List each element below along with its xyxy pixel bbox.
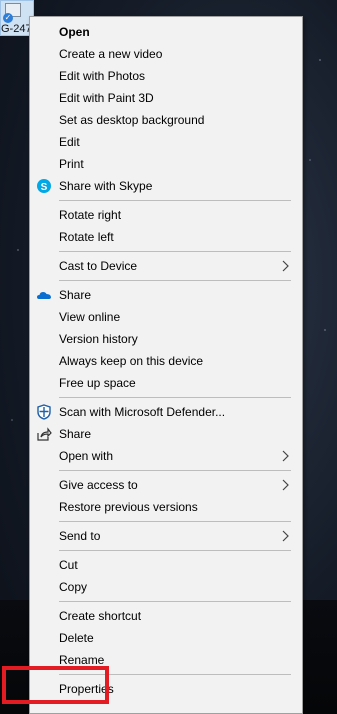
chevron-right-icon [282,260,289,272]
menu-separator [59,280,291,281]
menu-item-scan-defender[interactable]: Scan with Microsoft Defender... [30,401,302,423]
skype-icon: S [37,179,51,193]
menu-item-copy[interactable]: Copy [30,576,302,598]
menu-item-share-onedrive[interactable]: Share [30,284,302,306]
menu-separator [59,200,291,201]
menu-item-print[interactable]: Print [30,153,302,175]
menu-item-open[interactable]: Open [30,21,302,43]
menu-separator [59,550,291,551]
chevron-right-icon [282,450,289,462]
menu-item-set-desktop-background[interactable]: Set as desktop background [30,109,302,131]
menu-separator [59,601,291,602]
menu-item-view-online[interactable]: View online [30,306,302,328]
menu-item-edit-with-photos[interactable]: Edit with Photos [30,65,302,87]
menu-item-share[interactable]: Share [30,423,302,445]
menu-item-restore-previous-versions[interactable]: Restore previous versions [30,496,302,518]
svg-text:S: S [41,182,48,193]
menu-item-version-history[interactable]: Version history [30,328,302,350]
menu-item-share-with-skype[interactable]: S Share with Skype [30,175,302,197]
menu-separator [59,470,291,471]
menu-item-cut[interactable]: Cut [30,554,302,576]
menu-item-free-up-space[interactable]: Free up space [30,372,302,394]
onedrive-cloud-icon [37,292,51,299]
chevron-right-icon [282,479,289,491]
menu-item-edit[interactable]: Edit [30,131,302,153]
menu-item-rotate-left[interactable]: Rotate left [30,226,302,248]
menu-separator [59,251,291,252]
menu-item-open-with[interactable]: Open with [30,445,302,467]
defender-shield-icon [37,404,51,420]
menu-item-cast-to-device[interactable]: Cast to Device [30,255,302,277]
menu-item-create-new-video[interactable]: Create a new video [30,43,302,65]
share-icon [37,427,52,441]
context-menu: Open Create a new video Edit with Photos… [29,16,303,714]
menu-item-edit-with-paint-3d[interactable]: Edit with Paint 3D [30,87,302,109]
menu-separator [59,397,291,398]
menu-item-delete[interactable]: Delete [30,627,302,649]
properties-highlight-box [2,666,109,704]
menu-item-always-keep[interactable]: Always keep on this device [30,350,302,372]
menu-item-rotate-right[interactable]: Rotate right [30,204,302,226]
chevron-right-icon [282,530,289,542]
menu-item-give-access-to[interactable]: Give access to [30,474,302,496]
menu-separator [59,521,291,522]
menu-item-send-to[interactable]: Send to [30,525,302,547]
sync-check-icon: ✓ [3,13,13,23]
menu-item-create-shortcut[interactable]: Create shortcut [30,605,302,627]
